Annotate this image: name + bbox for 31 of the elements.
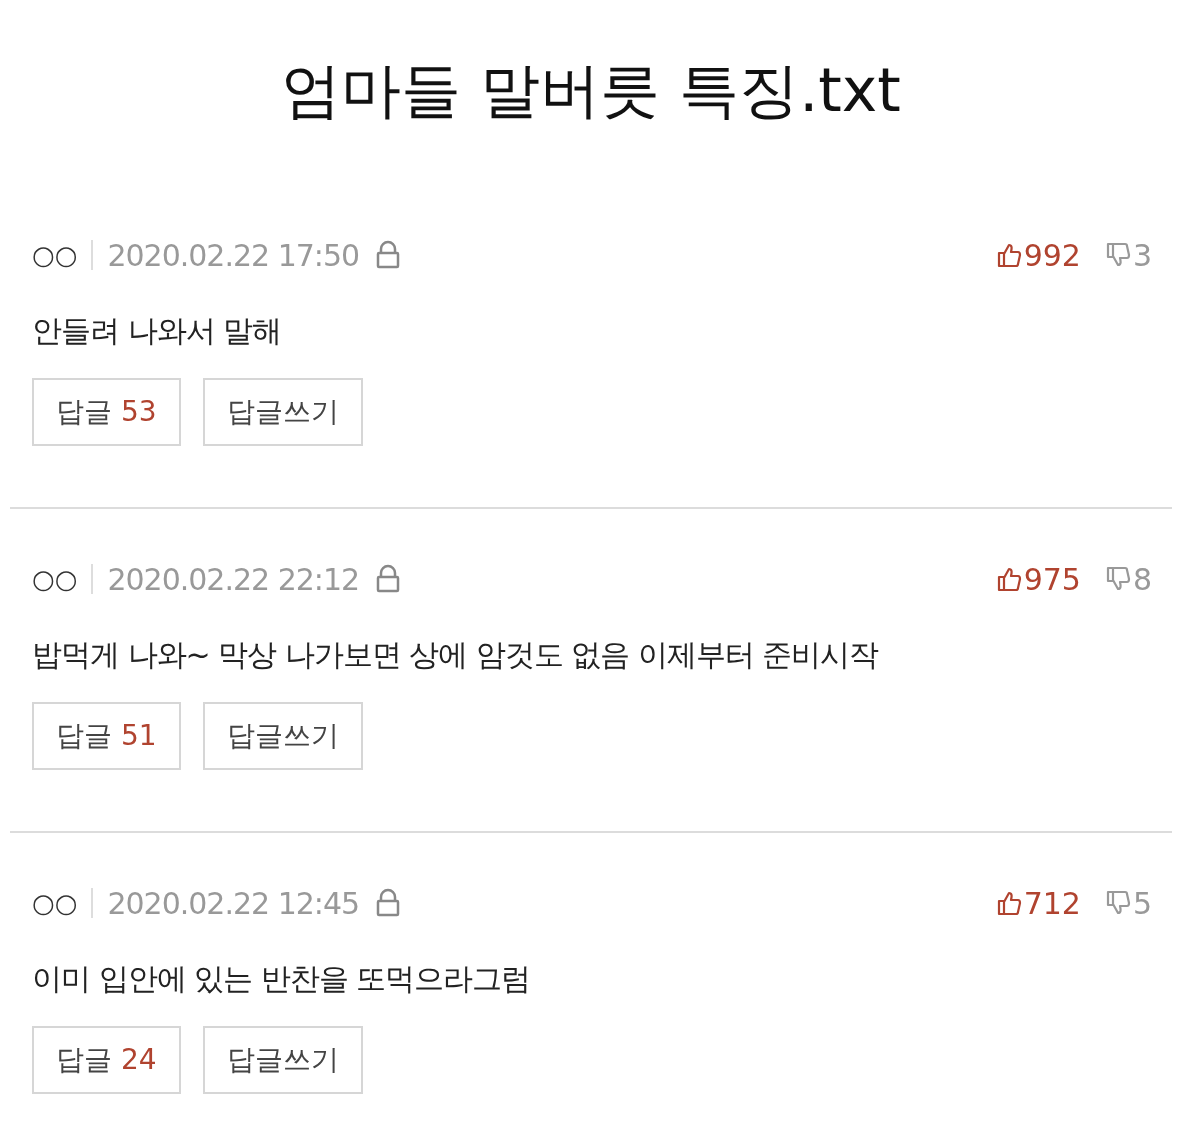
thumbs-up-icon[interactable] xyxy=(995,890,1022,916)
author-name: ○○ xyxy=(32,564,78,594)
comment-date: 2020.02.22 17:50 xyxy=(107,237,360,273)
thumbs-down-icon[interactable] xyxy=(1104,242,1131,268)
comment-date: 2020.02.22 12:45 xyxy=(107,885,360,921)
author-name: ○○ xyxy=(32,240,78,270)
dislike-count: 8 xyxy=(1132,561,1152,597)
comment-text: 밥먹게 나와~ 막상 나가보면 상에 암것도 없음 이제부터 준비시작 xyxy=(32,636,880,674)
thumbs-down-icon[interactable] xyxy=(1104,890,1131,916)
like-count: 975 xyxy=(1023,561,1081,597)
replies-button[interactable]: 답글 51 xyxy=(32,702,181,770)
thumbs-down-icon[interactable] xyxy=(1104,566,1131,592)
like-count: 712 xyxy=(1023,885,1081,921)
write-reply-button[interactable]: 답글쓰기 xyxy=(202,378,363,446)
dislike-count: 5 xyxy=(1132,885,1152,921)
replies-button[interactable]: 답글 53 xyxy=(32,378,181,446)
write-reply-button[interactable]: 답글쓰기 xyxy=(202,1026,363,1094)
comment-date: 2020.02.22 22:12 xyxy=(107,561,360,597)
comment-text: 이미 입안에 있는 반찬을 또먹으라그럼 xyxy=(32,960,532,998)
replies-button[interactable]: 답글 24 xyxy=(32,1026,181,1094)
lock-icon xyxy=(375,564,402,594)
dislike-count: 3 xyxy=(1132,237,1152,273)
page-title: 엄마들 말버릇 특징.txt xyxy=(280,54,902,127)
thumbs-up-icon[interactable] xyxy=(995,566,1022,592)
write-reply-button[interactable]: 답글쓰기 xyxy=(202,702,363,770)
thumbs-up-icon[interactable] xyxy=(995,242,1022,268)
comment-text: 안들려 나와서 말해 xyxy=(32,312,283,350)
lock-icon xyxy=(375,888,402,918)
lock-icon xyxy=(375,240,402,270)
author-name: ○○ xyxy=(32,888,78,918)
like-count: 992 xyxy=(1023,237,1081,273)
